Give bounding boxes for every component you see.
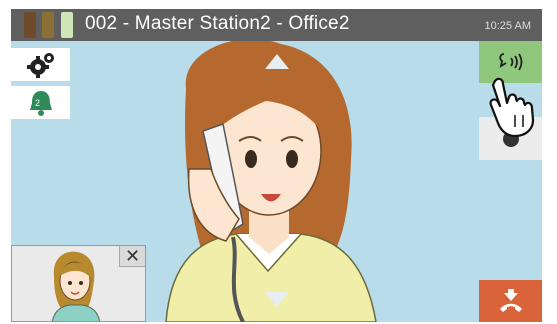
- self-view-window: ✕: [11, 245, 146, 322]
- intercom-screen: 002 - Master Station2 - Office2 10:25 AM…: [11, 9, 542, 322]
- station-title: 002 - Master Station2 - Office2: [85, 13, 350, 34]
- signal-bar-3: [61, 12, 73, 38]
- clock: 10:25 AM: [484, 20, 531, 32]
- signal-bar-1: [24, 12, 36, 38]
- signal-bar-2: [42, 12, 54, 38]
- arrow-up-icon[interactable]: [265, 54, 289, 69]
- gear-icon: [26, 52, 54, 78]
- bell-button[interactable]: 2: [11, 86, 70, 119]
- hang-up-icon: [499, 289, 522, 312]
- settings-button[interactable]: [11, 48, 70, 81]
- status-bar: 002 - Master Station2 - Office2 10:25 AM: [11, 9, 542, 41]
- talk-speech-icon: [498, 53, 522, 71]
- close-pip-button[interactable]: ✕: [119, 246, 145, 267]
- bell-icon: [29, 90, 52, 116]
- arrow-down-icon[interactable]: [265, 292, 289, 307]
- pointer-hand-icon: [489, 77, 535, 137]
- end-call-button[interactable]: [479, 280, 542, 322]
- bell-badge: 2: [35, 98, 41, 108]
